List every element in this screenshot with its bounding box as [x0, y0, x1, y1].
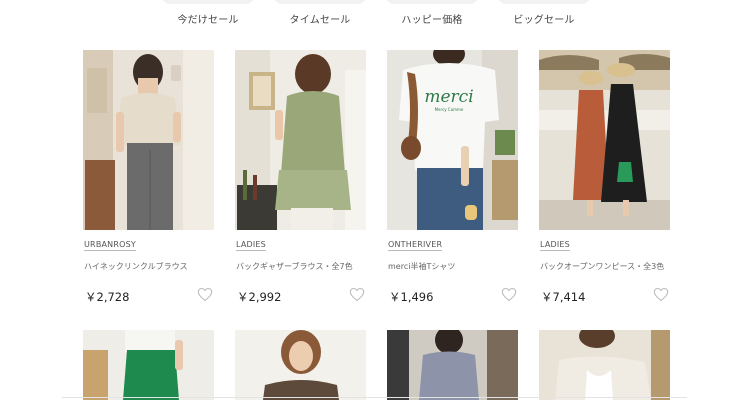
product-image[interactable]: [235, 330, 366, 400]
product-grid: URBANROSY ハイネックリンクルブラウス ￥2,728 LADIES バッ…: [0, 0, 750, 400]
bottom-divider: [62, 397, 687, 398]
product-name[interactable]: ハイネックリンクルブラウス: [84, 261, 188, 272]
heart-outline-icon[interactable]: [653, 287, 669, 302]
brand-label[interactable]: LADIES: [540, 240, 570, 251]
product-image[interactable]: [235, 50, 366, 230]
tshirt-print-main: merci: [424, 87, 473, 107]
product-price: ￥2,728: [85, 290, 130, 304]
product-price: ￥7,414: [541, 290, 586, 304]
product-name[interactable]: バックオープンワンピース・全3色: [540, 261, 664, 272]
heart-outline-icon[interactable]: [197, 287, 213, 302]
product-image[interactable]: merci Mercy Comme: [387, 50, 518, 230]
product-image[interactable]: [539, 50, 670, 230]
heart-outline-icon[interactable]: [501, 287, 517, 302]
product-price: ￥2,992: [237, 290, 282, 304]
brand-label[interactable]: ONTHERIVER: [388, 240, 443, 251]
brand-label[interactable]: LADIES: [236, 240, 266, 251]
heart-outline-icon[interactable]: [349, 287, 365, 302]
product-name[interactable]: バックギャザーブラウス・全7色: [236, 261, 353, 272]
product-image[interactable]: [539, 330, 670, 400]
brand-label[interactable]: URBANROSY: [84, 240, 136, 251]
product-image[interactable]: [387, 330, 518, 400]
product-price: ￥1,496: [389, 290, 434, 304]
tshirt-print-sub: Mercy Comme: [435, 107, 464, 112]
product-image[interactable]: [83, 50, 214, 230]
product-name[interactable]: merci半袖Tシャツ: [388, 261, 455, 272]
product-image[interactable]: [83, 330, 214, 400]
